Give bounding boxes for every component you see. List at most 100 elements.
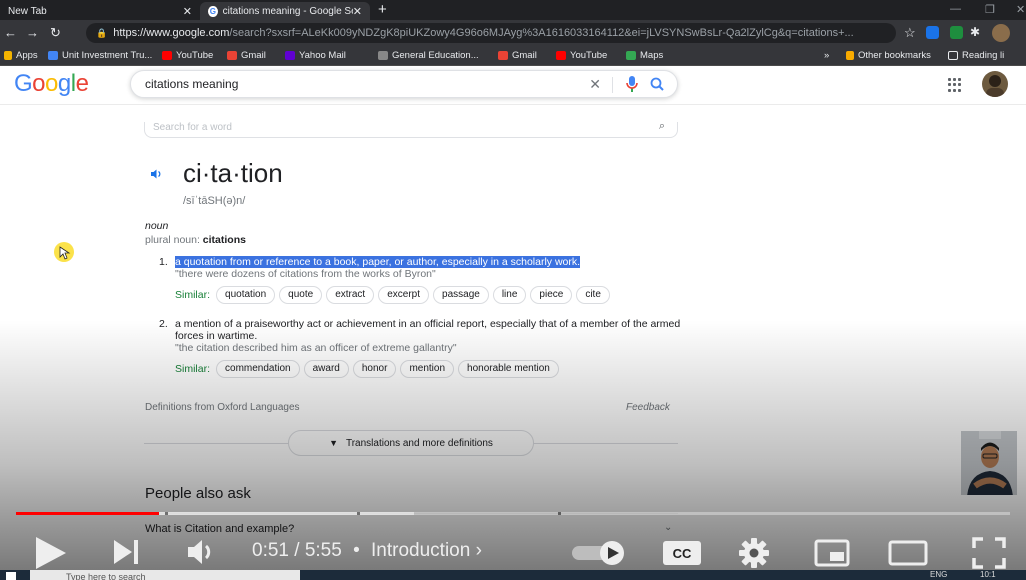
close-tab-icon[interactable]: ✕ — [353, 5, 362, 18]
clear-search-icon[interactable]: ✕ — [589, 76, 601, 93]
google-apps-icon[interactable] — [948, 78, 962, 92]
reading-list-icon — [948, 51, 958, 60]
similar-chip[interactable]: honor — [352, 360, 397, 378]
windows-start-icon[interactable] — [6, 572, 16, 580]
search-icon[interactable] — [649, 74, 665, 97]
back-arrow-icon[interactable]: ← — [4, 25, 17, 40]
dictionary-search-input[interactable]: Search for a word ⌕ — [144, 122, 678, 138]
dictionary-search-placeholder: Search for a word — [153, 122, 232, 133]
similar-chip[interactable]: piece — [530, 286, 573, 304]
search-query[interactable]: citations meaning — [145, 77, 238, 91]
cc-label: CC — [673, 546, 692, 561]
bookmark-gmail[interactable]: Gmail — [227, 50, 266, 61]
feedback-link[interactable]: Feedback — [626, 402, 670, 413]
definition-text-selected[interactable]: a quotation from or reference to a book,… — [175, 256, 581, 268]
toolbar: ← → ↻ 🔒 https://www.google.com /search?s… — [0, 20, 1026, 46]
next-button[interactable] — [110, 536, 142, 568]
similar-chip[interactable]: mention — [400, 360, 455, 378]
close-window-icon[interactable]: ✕ — [1016, 3, 1025, 16]
gmail-icon — [498, 51, 508, 60]
close-tab-icon[interactable]: ✕ — [183, 5, 192, 18]
chapter-title[interactable]: Introduction — [371, 540, 470, 561]
play-button[interactable] — [32, 534, 68, 572]
similar-words: Similar: quotation quote extract excerpt… — [175, 286, 685, 304]
tab-google-search[interactable]: G citations meaning - Google Searc ✕ — [200, 2, 370, 20]
bookmark-youtube-2[interactable]: YouTube — [556, 50, 607, 61]
similar-chip[interactable]: excerpt — [378, 286, 430, 304]
similar-chip[interactable]: commendation — [216, 360, 300, 378]
logo-letter: o — [45, 70, 58, 97]
bookmark-maps[interactable]: Maps — [626, 50, 663, 61]
fullscreen-icon[interactable] — [972, 537, 1006, 569]
bookmark-general-education[interactable]: General Education... — [378, 50, 479, 61]
google-favicon-icon: G — [208, 5, 218, 17]
youtube-icon — [162, 51, 172, 60]
subtitles-cc-button[interactable]: CC — [662, 540, 702, 566]
paa-question[interactable]: What is Citation and example? — [145, 523, 294, 535]
taskbar-search-input[interactable]: Type here to search — [30, 570, 300, 580]
forward-arrow-icon[interactable]: → — [26, 25, 39, 40]
bookmark-youtube[interactable]: YouTube — [162, 50, 213, 61]
settings-gear-icon[interactable] — [738, 537, 770, 569]
similar-chip[interactable]: award — [303, 360, 349, 378]
extension-icon[interactable] — [926, 26, 939, 39]
language-indicator[interactable]: ENG — [930, 570, 947, 579]
autoplay-toggle[interactable] — [572, 541, 630, 565]
similar-chip[interactable]: line — [492, 286, 527, 304]
minimize-icon[interactable]: — — [950, 3, 961, 15]
played-bar — [16, 512, 160, 515]
search-box[interactable]: citations meaning ✕ — [130, 70, 678, 98]
new-tab-plus-icon[interactable]: + — [378, 1, 387, 18]
part-of-speech: noun — [145, 220, 169, 232]
bookmark-favicon-icon — [48, 51, 58, 60]
taskbar-search-placeholder: Type here to search — [66, 572, 146, 580]
bookmark-other[interactable]: Other bookmarks — [846, 50, 931, 61]
profile-avatar[interactable] — [992, 24, 1010, 42]
bookmarks-overflow-icon[interactable]: » — [824, 50, 829, 61]
translations-label: Translations and more definitions — [345, 437, 493, 449]
oxford-source[interactable]: Definitions from Oxford Languages — [145, 402, 300, 413]
account-avatar[interactable] — [982, 71, 1008, 97]
bookmarks-bar: Apps Unit Investment Tru... YouTube Gmai… — [0, 46, 1026, 66]
similar-chip[interactable]: honorable mention — [458, 360, 559, 378]
clock[interactable]: 10:1 — [980, 570, 996, 579]
reload-icon[interactable]: ↻ — [50, 25, 61, 41]
progress-bar[interactable] — [16, 512, 1010, 515]
bookmark-favicon-icon — [378, 51, 388, 60]
address-bar[interactable]: 🔒 https://www.google.com /search?sxsrf=A… — [86, 23, 896, 43]
logo-letter: e — [75, 70, 89, 97]
maximize-icon[interactable]: ❐ — [985, 3, 995, 16]
bookmark-apps[interactable]: Apps — [4, 50, 38, 61]
bookmark-gmail-2[interactable]: Gmail — [498, 50, 537, 61]
translations-button[interactable]: ▼ Translations and more definitions — [288, 430, 534, 456]
pronounce-speaker-icon[interactable] — [146, 164, 166, 184]
bookmark-yahoo-mail[interactable]: Yahoo Mail — [285, 50, 346, 61]
example-sentence: "there were dozens of citations from the… — [175, 268, 436, 280]
time-display: 0:51 / 5:55 • Introduction › — [252, 540, 482, 562]
theater-mode-icon[interactable] — [888, 539, 928, 567]
miniplayer-icon[interactable] — [814, 539, 850, 567]
chevron-down-icon[interactable]: ⌄ — [664, 522, 672, 533]
extensions-puzzle-icon[interactable]: ✱ — [970, 25, 980, 39]
similar-chip[interactable]: cite — [576, 286, 610, 304]
url-host: https://www.google.com — [113, 27, 230, 39]
example-sentence: "the citation described him as an office… — [175, 342, 457, 354]
plural-value: citations — [202, 234, 246, 246]
tab-new-tab[interactable]: New Tab ✕ — [0, 2, 200, 20]
bookmark-unit-investment[interactable]: Unit Investment Tru... — [48, 50, 152, 61]
search-icon[interactable]: ⌕ — [659, 122, 665, 133]
volume-icon[interactable] — [186, 537, 220, 567]
similar-chip[interactable]: extract — [326, 286, 375, 304]
similar-chip[interactable]: quotation — [216, 286, 276, 304]
similar-chip[interactable]: passage — [433, 286, 489, 304]
logo-letter: g — [57, 70, 71, 97]
google-logo[interactable]: Google — [14, 70, 89, 98]
chapter-arrow-icon[interactable]: › — [476, 540, 482, 561]
extension-icon[interactable] — [950, 26, 963, 39]
reading-list[interactable]: Reading li — [948, 50, 1004, 61]
youtube-icon — [556, 51, 566, 60]
microphone-icon[interactable] — [625, 74, 639, 97]
similar-chip[interactable]: quote — [279, 286, 323, 304]
presenter-webcam — [960, 430, 1018, 496]
bookmark-star-icon[interactable]: ☆ — [904, 25, 916, 41]
